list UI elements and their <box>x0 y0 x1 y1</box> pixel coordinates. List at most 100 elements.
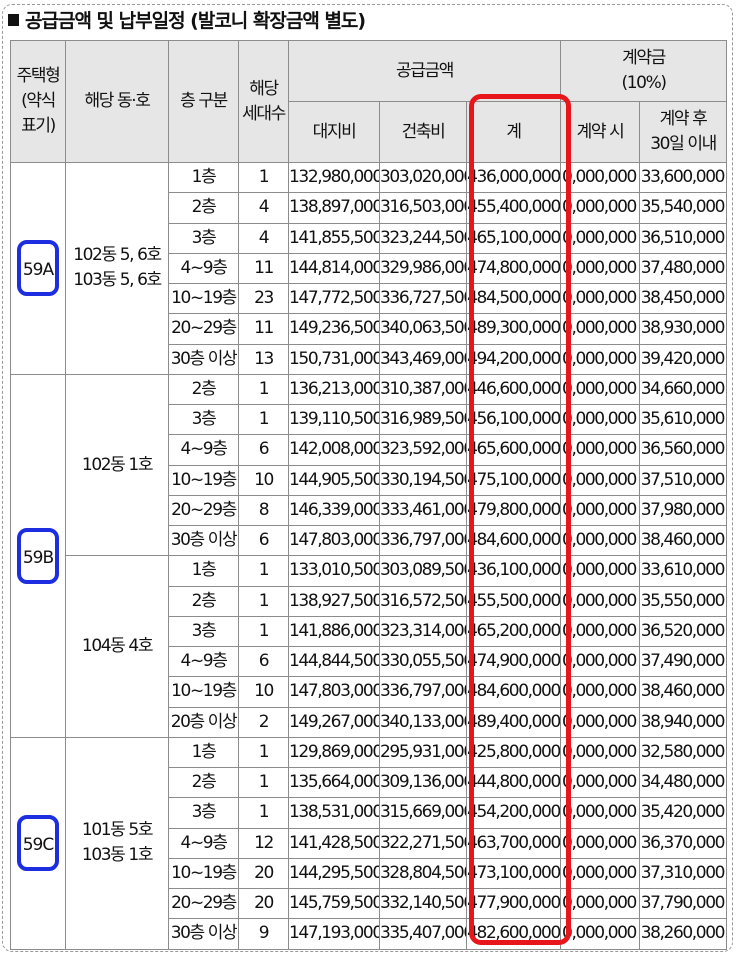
deposit-cell: 0,000,000 <box>560 736 641 769</box>
header-building-cost: 건축비 <box>379 101 467 163</box>
land-cost-cell: 147,803,000 <box>288 676 380 708</box>
deposit-cell: 0,000,000 <box>560 555 641 587</box>
after-30-cell: 35,420,000 <box>639 797 728 829</box>
building-cost-cell: 330,194,500 <box>379 464 467 496</box>
households-cell: 10 <box>238 676 289 708</box>
floor-cell: 3층 <box>168 403 239 436</box>
total-cell: 456,100,000 <box>465 403 562 436</box>
deposit-cell: 0,000,000 <box>560 252 641 285</box>
deposit-cell: 0,000,000 <box>560 282 641 315</box>
after-30-cell: 38,940,000 <box>639 706 728 738</box>
households-cell: 11 <box>238 313 289 345</box>
deposit-cell: 0,000,000 <box>560 676 641 708</box>
after-30-cell: 36,370,000 <box>639 827 728 859</box>
header-housing-type: 주택형 (약식 표기) <box>10 40 66 163</box>
land-cost-cell: 149,267,000 <box>288 706 380 738</box>
total-cell: 455,500,000 <box>465 585 562 617</box>
deposit-cell: 0,000,000 <box>560 645 641 678</box>
section-title-text: 공급금액 및 납부일정 (발코니 확장금액 별도) <box>25 10 366 32</box>
households-cell: 1 <box>238 403 289 436</box>
deposit-cell: 0,000,000 <box>560 615 641 648</box>
land-cost-cell: 147,193,000 <box>288 918 380 950</box>
floor-cell: 4~9층 <box>168 645 239 678</box>
households-cell: 8 <box>238 494 289 527</box>
building-cost-cell: 329,986,000 <box>379 252 467 285</box>
total-cell: 465,200,000 <box>465 615 562 648</box>
land-cost-cell: 144,844,500 <box>288 645 380 678</box>
table-row: 59C 101동 5호 103동 1호 1층 1 129,869,000 295,931,0… <box>10 736 728 950</box>
price-table: 주택형 (약식 표기) 해당 동·호 층 구분 해당 세대수 공급금액 계약금 … <box>10 40 728 950</box>
floor-cell: 30층 이상 <box>168 343 239 375</box>
building-cost-cell: 336,797,000 <box>379 524 467 557</box>
total-cell: 494,200,000 <box>465 343 562 375</box>
land-cost-cell: 133,010,500 <box>288 555 380 587</box>
land-cost-cell: 149,236,500 <box>288 313 380 345</box>
land-cost-cell: 144,905,500 <box>288 464 380 496</box>
building-cost-cell: 340,063,500 <box>379 313 467 345</box>
table-row: 59B 102동 1호 2층 1 136,213,000 310,387,000 446,6… <box>10 373 728 738</box>
land-cost-cell: 129,869,000 <box>288 736 380 769</box>
total-cell: 454,200,000 <box>465 797 562 829</box>
dong-ho-cell: 102동 5, 6호 103동 5, 6호 <box>65 162 169 375</box>
households-cell: 20 <box>238 887 289 920</box>
building-cost-cell: 310,387,000 <box>379 373 467 406</box>
header-land-cost: 대지비 <box>288 101 380 163</box>
building-cost-cell: 316,572,500 <box>379 585 467 617</box>
deposit-cell: 0,000,000 <box>560 857 641 890</box>
households-cell: 1 <box>238 766 289 799</box>
dong-ho-label: 102동 1호 <box>81 454 154 475</box>
land-cost-cell: 138,897,000 <box>288 192 380 224</box>
housing-type-badge: 59A <box>17 240 59 297</box>
land-cost-cell: 141,855,500 <box>288 222 380 254</box>
households-cell: 2 <box>238 706 289 738</box>
land-cost-cell: 144,295,500 <box>288 857 380 890</box>
building-cost-cell: 303,089,500 <box>379 555 467 587</box>
building-cost-cell: 330,055,500 <box>379 645 467 678</box>
dong-ho-cell: 104동 4호 <box>65 555 169 738</box>
building-cost-cell: 332,140,500 <box>379 887 467 920</box>
total-cell: 489,300,000 <box>465 313 562 345</box>
after-30-cell: 35,610,000 <box>639 403 728 436</box>
households-cell: 1 <box>238 373 289 406</box>
after-30-cell: 37,480,000 <box>639 252 728 285</box>
building-cost-cell: 335,407,000 <box>379 918 467 950</box>
dong-ho-label: 101동 5호 <box>81 820 154 841</box>
households-cell: 12 <box>238 827 289 859</box>
households-cell: 4 <box>238 192 289 224</box>
deposit-cell: 0,000,000 <box>560 766 641 799</box>
section-title: 공급금액 및 납부일정 (발코니 확장금액 별도) <box>8 6 366 36</box>
building-cost-cell: 323,592,000 <box>379 434 467 466</box>
building-cost-cell: 303,020,000 <box>379 161 467 194</box>
after-30-cell: 37,510,000 <box>639 464 728 496</box>
land-cost-cell: 147,803,000 <box>288 524 380 557</box>
building-cost-cell: 316,989,500 <box>379 403 467 436</box>
floor-cell: 20~29층 <box>168 494 239 527</box>
after-30-cell: 37,490,000 <box>639 645 728 678</box>
deposit-cell: 0,000,000 <box>560 585 641 617</box>
building-cost-cell: 340,133,000 <box>379 706 467 738</box>
land-cost-cell: 142,008,000 <box>288 434 380 466</box>
building-cost-cell: 328,804,500 <box>379 857 467 890</box>
dong-ho-label: 102동 5, 6호 <box>73 245 162 266</box>
housing-type-cell: 59B <box>10 373 66 738</box>
after-30-cell: 38,450,000 <box>639 282 728 315</box>
deposit-cell: 0,000,000 <box>560 434 641 466</box>
land-cost-cell: 139,110,500 <box>288 403 380 436</box>
households-cell: 10 <box>238 464 289 496</box>
households-cell: 6 <box>238 434 289 466</box>
land-cost-cell: 136,213,000 <box>288 373 380 406</box>
total-cell: 479,800,000 <box>465 494 562 527</box>
land-cost-cell: 138,927,500 <box>288 585 380 617</box>
deposit-cell: 0,000,000 <box>560 797 641 829</box>
housing-type-badge: 59C <box>17 815 59 872</box>
floor-cell: 1층 <box>168 161 239 194</box>
land-cost-cell: 144,814,000 <box>288 252 380 285</box>
after-30-cell: 39,420,000 <box>639 343 728 375</box>
after-30-cell: 34,660,000 <box>639 373 728 406</box>
land-cost-cell: 141,428,500 <box>288 827 380 859</box>
total-cell: 474,900,000 <box>465 645 562 678</box>
square-bullet-icon <box>8 14 19 26</box>
deposit-cell: 0,000,000 <box>560 494 641 527</box>
land-cost-cell: 141,886,000 <box>288 615 380 648</box>
land-cost-cell: 145,759,500 <box>288 887 380 920</box>
